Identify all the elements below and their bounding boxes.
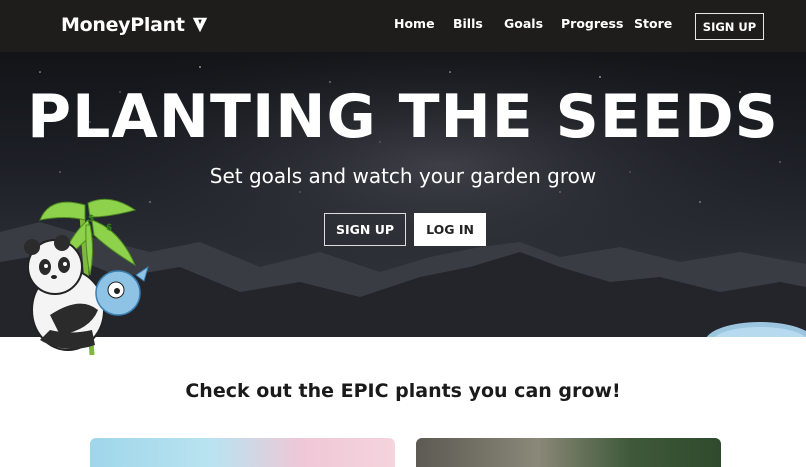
svg-text:$: $ (88, 214, 94, 224)
nav-links: Home Bills Goals Progress Store (0, 16, 806, 36)
plant-card-cherry-blossom[interactable] (90, 438, 395, 467)
nav-progress[interactable]: Progress (561, 16, 623, 31)
nav-home[interactable]: Home (394, 16, 435, 31)
svg-text:$: $ (106, 223, 112, 233)
nav-signup-button[interactable]: SIGN UP (695, 13, 764, 40)
hero-subtitle: Set goals and watch your garden grow (209, 164, 597, 188)
hero-signup-button[interactable]: SIGN UP (324, 213, 406, 246)
panda-money-plant-mascot-image: $ $ (24, 198, 149, 356)
top-navbar: MoneyPlant Home Bills Goals Progress Sto… (0, 0, 806, 52)
hero-login-button[interactable]: LOG IN (414, 213, 486, 246)
hero-title: PLANTING THE SEEDS (27, 82, 779, 152)
plant-card-pine-bonsai[interactable] (416, 438, 721, 467)
nav-store[interactable]: Store (634, 16, 672, 31)
plants-section-title: Check out the EPIC plants you can grow! (185, 380, 621, 402)
nav-goals[interactable]: Goals (504, 16, 543, 31)
nav-bills[interactable]: Bills (453, 16, 483, 31)
